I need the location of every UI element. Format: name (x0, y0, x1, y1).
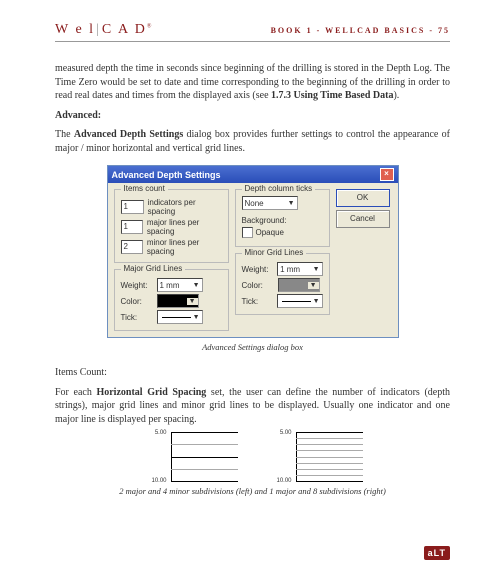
page-header: W e l|C A D® BOOK 1 - WELLCAD BASICS - 7… (55, 22, 450, 42)
alt-logo: aLT (424, 546, 450, 560)
chevron-down-icon: ▼ (193, 314, 200, 321)
chevron-down-icon: ▼ (308, 282, 319, 289)
depth-value: 5.00 (268, 430, 292, 436)
minor-color-select[interactable]: ▼ (278, 278, 320, 292)
indicators-input[interactable]: 1 (121, 200, 144, 214)
minor-lines-label: minor lines per spacing (147, 238, 222, 256)
opaque-checkbox[interactable] (242, 227, 253, 238)
header-breadcrumb: BOOK 1 - WELLCAD BASICS - 75 (271, 26, 450, 35)
chevron-down-icon: ▼ (313, 266, 320, 273)
advanced-depth-dialog: Advanced Depth Settings × Items count 1 … (107, 165, 399, 338)
depth-ticks-group: Depth column ticks None▼ Background: Opa… (235, 189, 330, 247)
items-count-group: Items count 1 indicators per spacing 1 m… (114, 189, 229, 263)
dialog-title: Advanced Depth Settings (112, 170, 221, 180)
advanced-heading: Advanced: (55, 109, 450, 123)
major-grid-label: Major Grid Lines (121, 264, 186, 273)
color-label: Color: (242, 281, 274, 290)
major-grid-group: Major Grid Lines Weight: 1 mm▼ Color: ▼ … (114, 269, 229, 331)
subdivision-right: 5.00 10.00 (268, 432, 363, 482)
ok-button[interactable]: OK (336, 189, 390, 207)
cancel-button[interactable]: Cancel (336, 210, 390, 228)
minor-grid-label: Minor Grid Lines (242, 248, 307, 257)
tick-label: Tick: (121, 313, 153, 322)
major-tick-select[interactable]: ▼ (157, 310, 203, 324)
indicators-label: indicators per spacing (148, 198, 222, 216)
items-count-label: Items count (121, 184, 168, 193)
depth-value: 10.00 (143, 478, 167, 484)
major-lines-input[interactable]: 1 (121, 220, 143, 234)
background-label: Background: (242, 216, 287, 225)
major-color-select[interactable]: ▼ (157, 294, 199, 308)
items-count-heading: Items Count: (55, 366, 450, 380)
major-lines-label: major lines per spacing (147, 218, 222, 236)
paragraph-1: measured depth the time in seconds since… (55, 62, 450, 103)
weight-label: Weight: (242, 265, 274, 274)
chevron-down-icon: ▼ (313, 298, 320, 305)
close-icon[interactable]: × (380, 168, 394, 181)
major-weight-select[interactable]: 1 mm▼ (157, 278, 203, 292)
chevron-down-icon: ▼ (187, 298, 198, 305)
subdivision-caption: 2 major and 4 minor subdivisions (left) … (55, 486, 450, 496)
depth-value: 5.00 (143, 430, 167, 436)
minor-weight-select[interactable]: 1 mm▼ (277, 262, 322, 276)
wellcad-logo: W e l|C A D® (55, 22, 151, 38)
subdivision-figure: 5.00 10.00 5.00 10.00 (55, 432, 450, 482)
paragraph-3: For each Horizontal Grid Spacing set, th… (55, 386, 450, 427)
dialog-titlebar[interactable]: Advanced Depth Settings × (108, 166, 398, 183)
minor-grid-group: Minor Grid Lines Weight: 1 mm▼ Color: ▼ … (235, 253, 330, 315)
minor-tick-select[interactable]: ▼ (277, 294, 322, 308)
subdivision-left: 5.00 10.00 (143, 432, 238, 482)
opaque-label: Opaque (256, 228, 284, 237)
tick-label: Tick: (242, 297, 274, 306)
chevron-down-icon: ▼ (288, 200, 295, 207)
depth-ticks-select[interactable]: None▼ (242, 196, 298, 210)
paragraph-2: The Advanced Depth Settings dialog box p… (55, 128, 450, 155)
dialog-caption: Advanced Settings dialog box (55, 342, 450, 352)
depth-ticks-label: Depth column ticks (242, 184, 316, 193)
color-label: Color: (121, 297, 153, 306)
depth-value: 10.00 (268, 478, 292, 484)
chevron-down-icon: ▼ (193, 282, 200, 289)
minor-lines-input[interactable]: 2 (121, 240, 143, 254)
weight-label: Weight: (121, 281, 153, 290)
